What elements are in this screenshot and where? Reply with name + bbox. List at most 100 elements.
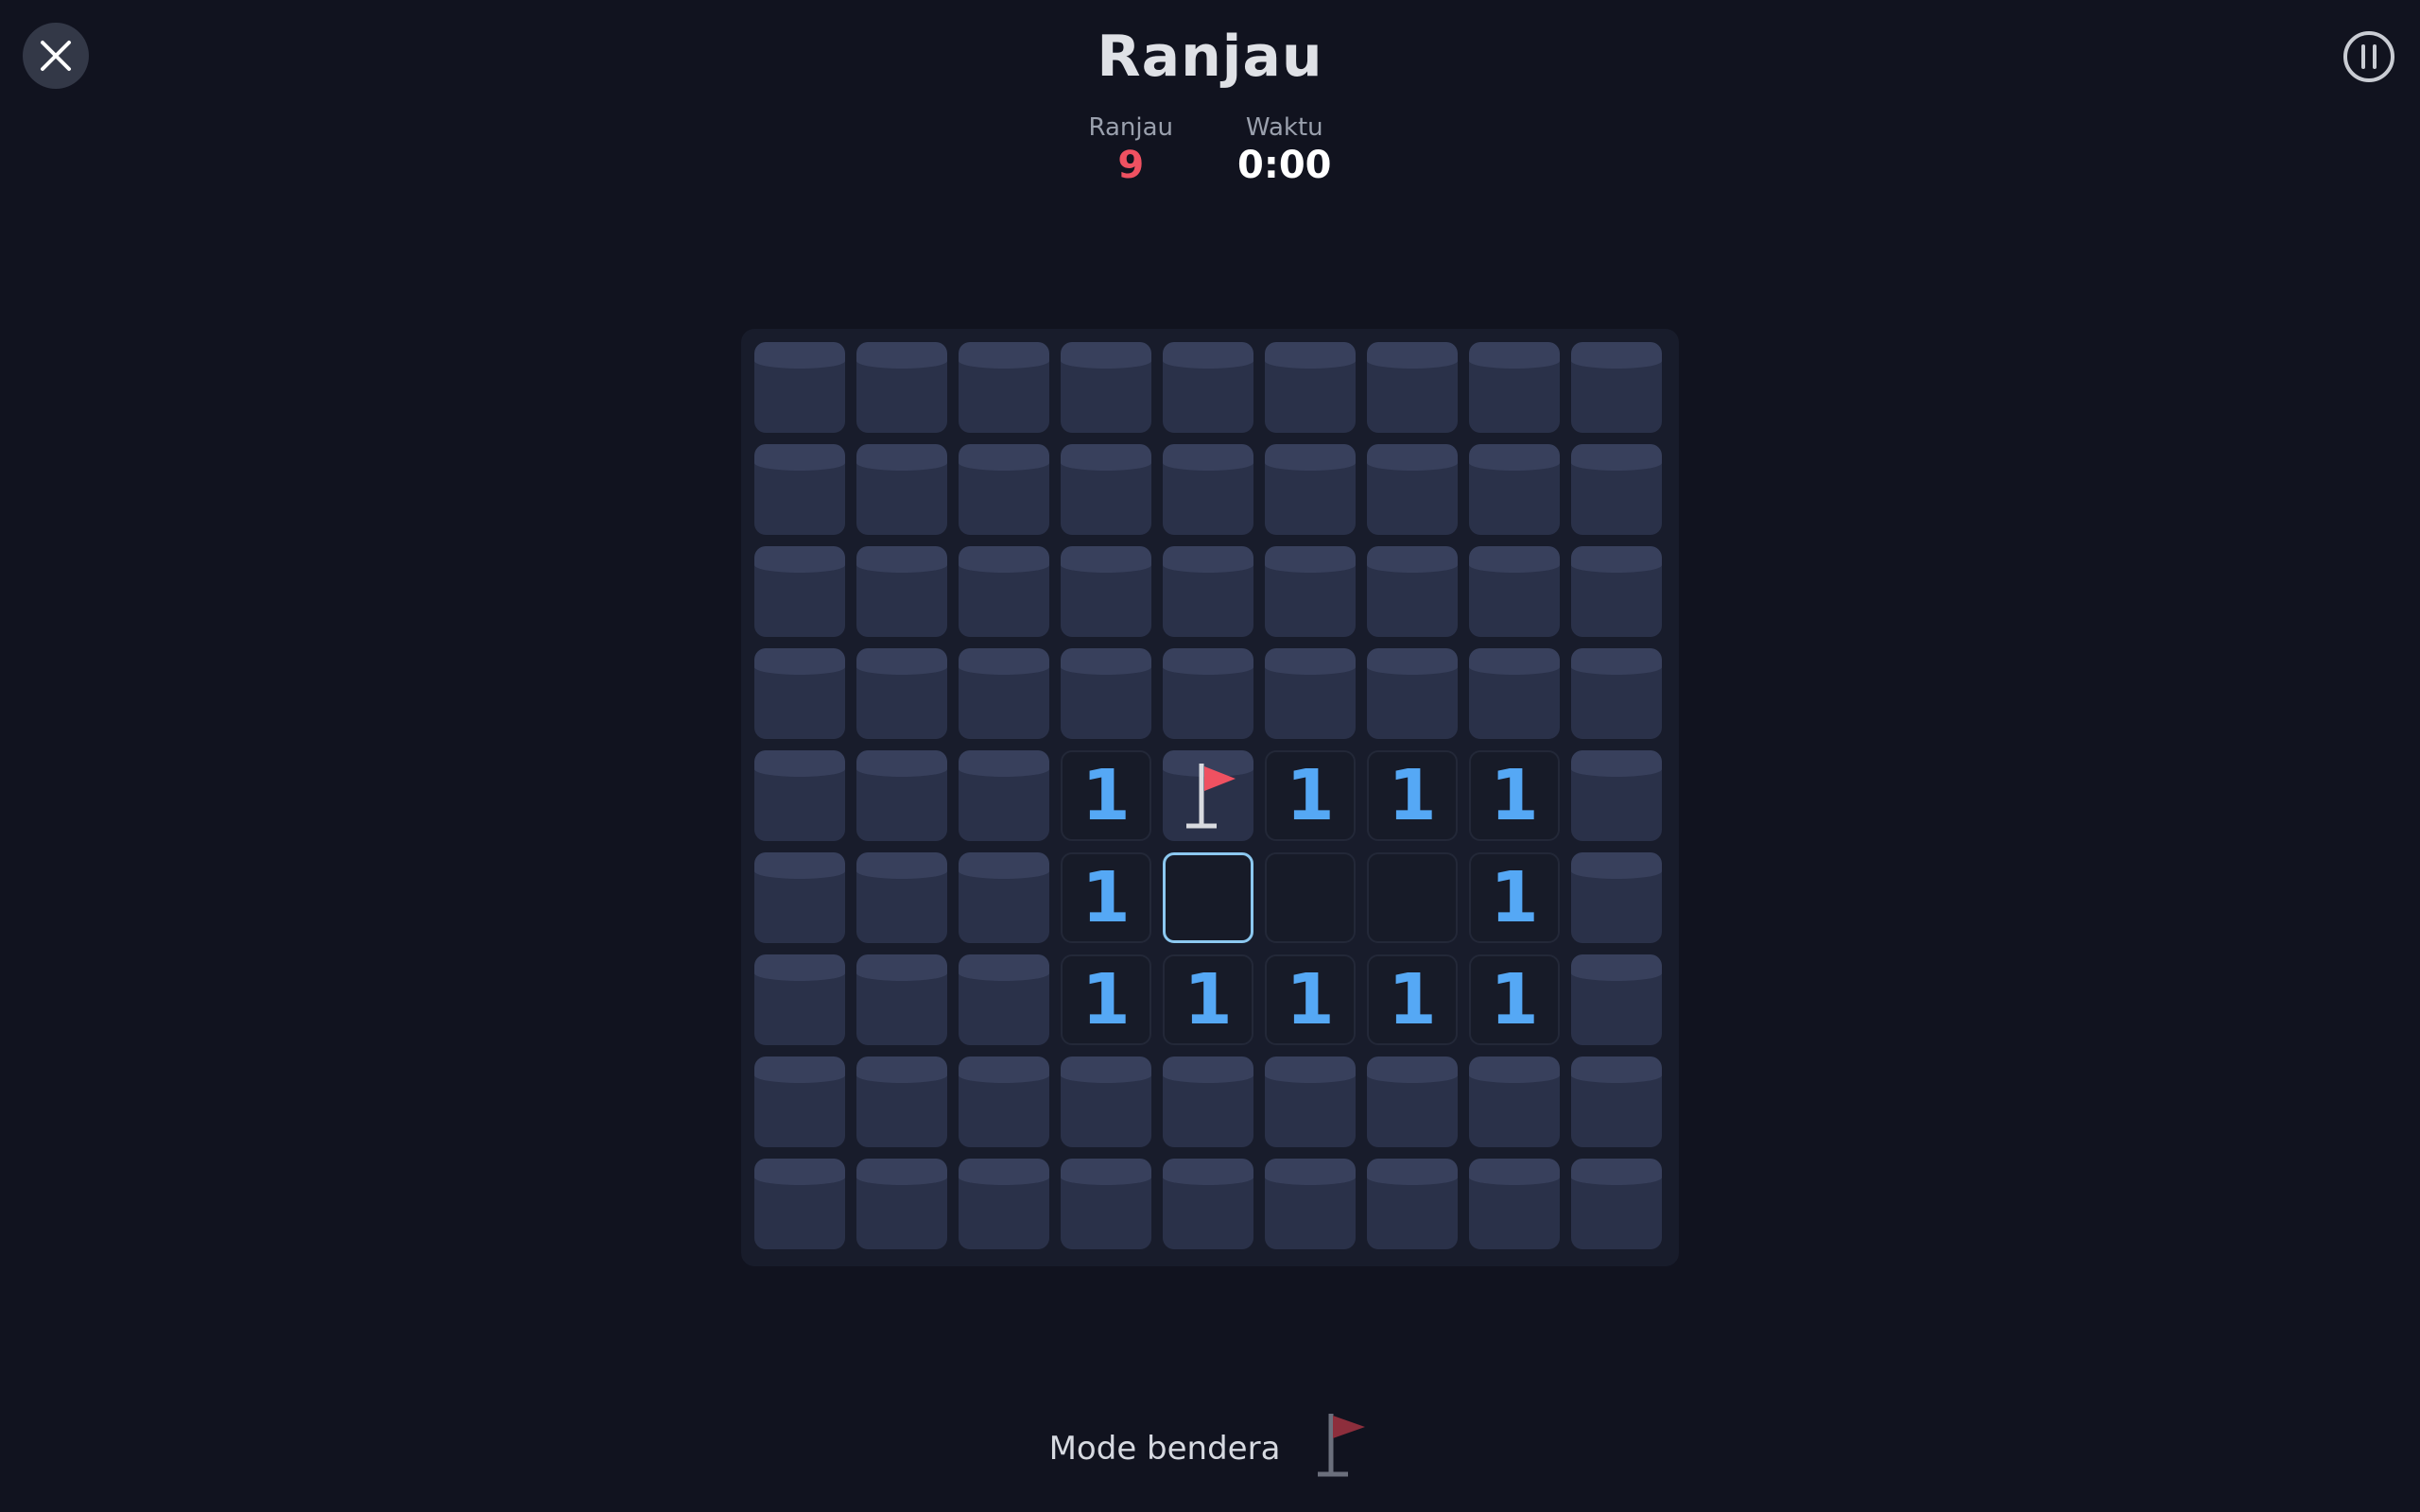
cell-covered[interactable] xyxy=(856,546,947,637)
cell-covered[interactable] xyxy=(754,954,845,1045)
timer: 0:00 xyxy=(1237,144,1332,187)
cell-number[interactable]: 1 xyxy=(1061,954,1151,1045)
cell-covered[interactable] xyxy=(1061,1057,1151,1147)
cell-covered[interactable] xyxy=(1163,342,1253,433)
cell-covered[interactable] xyxy=(959,852,1049,943)
cell-covered[interactable] xyxy=(856,954,947,1045)
cell-covered[interactable] xyxy=(959,1057,1049,1147)
cell-covered[interactable] xyxy=(856,444,947,535)
cell-covered[interactable] xyxy=(1571,1057,1662,1147)
cell-covered[interactable] xyxy=(1163,444,1253,535)
cell-selected[interactable] xyxy=(1163,852,1253,943)
cell-covered[interactable] xyxy=(959,1159,1049,1249)
cell-number[interactable]: 1 xyxy=(1469,954,1560,1045)
cell-covered[interactable] xyxy=(1061,1159,1151,1249)
cell-covered[interactable] xyxy=(1469,342,1560,433)
cell-covered[interactable] xyxy=(856,342,947,433)
cell-covered[interactable] xyxy=(1367,1057,1458,1147)
cell-covered[interactable] xyxy=(1367,648,1458,739)
cell-covered[interactable] xyxy=(1571,648,1662,739)
cell-number[interactable]: 1 xyxy=(1367,750,1458,841)
cell-covered[interactable] xyxy=(1163,1159,1253,1249)
cell-covered[interactable] xyxy=(754,1159,845,1249)
cell-number[interactable]: 1 xyxy=(1061,852,1151,943)
cell-covered[interactable] xyxy=(1265,648,1356,739)
cell-number-label: 1 xyxy=(1286,959,1335,1040)
cell-covered[interactable] xyxy=(1061,648,1151,739)
time-stat: Waktu 0:00 xyxy=(1237,112,1332,187)
flag-mode-toggle[interactable]: Mode bendera xyxy=(0,1414,2420,1480)
cell-flagged[interactable] xyxy=(1163,750,1253,841)
cell-covered[interactable] xyxy=(856,1057,947,1147)
cell-number[interactable]: 1 xyxy=(1469,750,1560,841)
cell-covered[interactable] xyxy=(1265,444,1356,535)
pause-icon xyxy=(2343,31,2394,82)
cell-covered[interactable] xyxy=(1469,648,1560,739)
mines-stat: Ranjau 9 xyxy=(1088,112,1173,187)
cell-empty[interactable] xyxy=(1265,852,1356,943)
cell-covered[interactable] xyxy=(754,546,845,637)
cell-covered[interactable] xyxy=(959,444,1049,535)
time-label: Waktu xyxy=(1245,113,1323,142)
cell-number-label: 1 xyxy=(1184,959,1233,1040)
cell-covered[interactable] xyxy=(959,546,1049,637)
cell-covered[interactable] xyxy=(1469,444,1560,535)
cell-covered[interactable] xyxy=(1571,546,1662,637)
stats-bar: Ranjau 9 Waktu 0:00 xyxy=(0,112,2420,187)
cell-covered[interactable] xyxy=(959,750,1049,841)
cell-covered[interactable] xyxy=(1061,444,1151,535)
game-title: Ranjau xyxy=(1097,24,1323,90)
cell-covered[interactable] xyxy=(959,954,1049,1045)
cell-covered[interactable] xyxy=(1571,444,1662,535)
cell-covered[interactable] xyxy=(856,1159,947,1249)
cell-covered[interactable] xyxy=(754,750,845,841)
cell-covered[interactable] xyxy=(1571,954,1662,1045)
pause-button[interactable] xyxy=(2341,28,2397,85)
cell-covered[interactable] xyxy=(754,444,845,535)
cell-covered[interactable] xyxy=(1469,1159,1560,1249)
mines-label: Ranjau xyxy=(1088,113,1174,142)
cell-number[interactable]: 1 xyxy=(1061,750,1151,841)
flag-icon xyxy=(1186,764,1236,829)
cell-number[interactable]: 1 xyxy=(1163,954,1253,1045)
cell-covered[interactable] xyxy=(1265,546,1356,637)
cell-covered[interactable] xyxy=(754,648,845,739)
cell-covered[interactable] xyxy=(856,648,947,739)
cell-number-label: 1 xyxy=(1490,959,1539,1040)
cell-covered[interactable] xyxy=(1367,1159,1458,1249)
cell-number[interactable]: 1 xyxy=(1367,954,1458,1045)
cell-covered[interactable] xyxy=(754,852,845,943)
cell-covered[interactable] xyxy=(1469,546,1560,637)
cell-covered[interactable] xyxy=(1571,852,1662,943)
cell-covered[interactable] xyxy=(1571,1159,1662,1249)
cell-number[interactable]: 1 xyxy=(1469,852,1560,943)
cell-covered[interactable] xyxy=(1163,546,1253,637)
cell-covered[interactable] xyxy=(1265,1057,1356,1147)
cell-covered[interactable] xyxy=(754,342,845,433)
cell-number[interactable]: 1 xyxy=(1265,750,1356,841)
cell-covered[interactable] xyxy=(959,342,1049,433)
flag-icon xyxy=(1318,1414,1366,1477)
cell-covered[interactable] xyxy=(754,1057,845,1147)
cell-covered[interactable] xyxy=(1469,1057,1560,1147)
cell-number-label: 1 xyxy=(1388,959,1437,1040)
mines-counter: 9 xyxy=(1117,144,1145,187)
cell-covered[interactable] xyxy=(1367,342,1458,433)
game-screen: Ranjau Ranjau 9 Waktu 0:00 11111111111 M… xyxy=(0,0,2420,1512)
cell-covered[interactable] xyxy=(1265,1159,1356,1249)
cell-covered[interactable] xyxy=(1367,546,1458,637)
cell-covered[interactable] xyxy=(1571,342,1662,433)
cell-covered[interactable] xyxy=(1163,1057,1253,1147)
cell-covered[interactable] xyxy=(1265,342,1356,433)
cell-covered[interactable] xyxy=(1061,342,1151,433)
cell-covered[interactable] xyxy=(1061,546,1151,637)
cell-covered[interactable] xyxy=(1163,648,1253,739)
cell-number[interactable]: 1 xyxy=(1265,954,1356,1045)
cell-number-label: 1 xyxy=(1388,755,1437,836)
cell-empty[interactable] xyxy=(1367,852,1458,943)
cell-covered[interactable] xyxy=(959,648,1049,739)
cell-covered[interactable] xyxy=(856,852,947,943)
cell-covered[interactable] xyxy=(1367,444,1458,535)
cell-covered[interactable] xyxy=(856,750,947,841)
cell-covered[interactable] xyxy=(1571,750,1662,841)
